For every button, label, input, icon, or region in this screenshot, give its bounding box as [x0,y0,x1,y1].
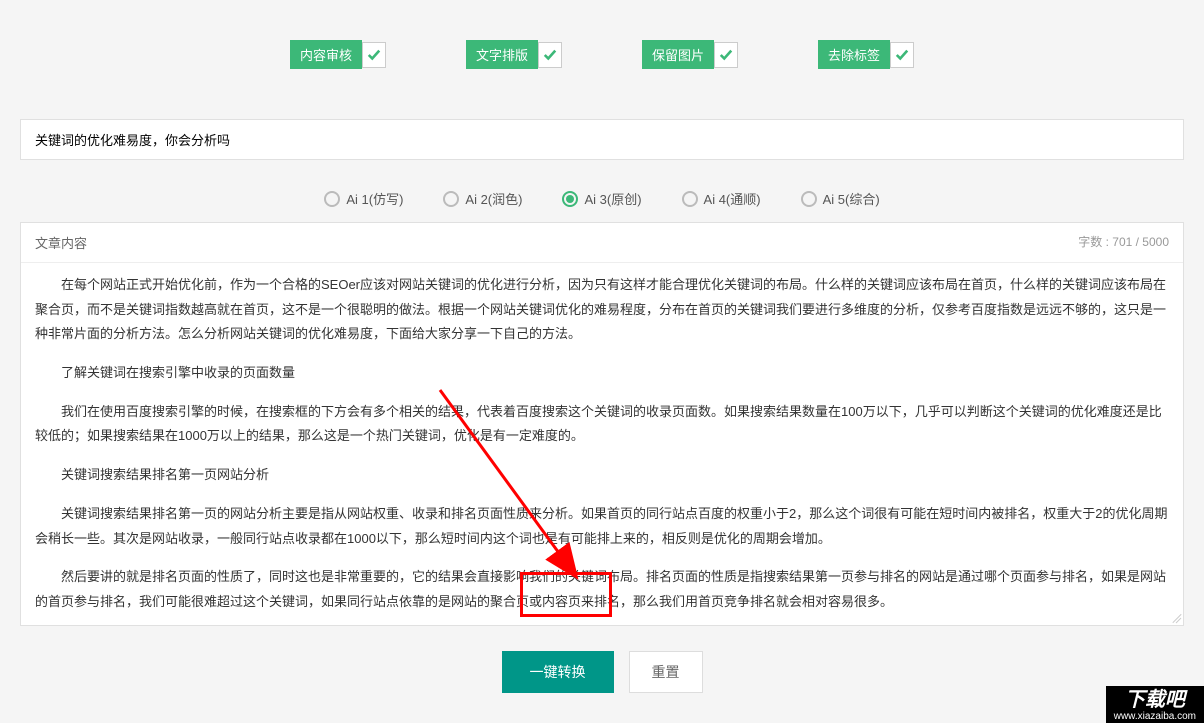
watermark: 下载吧 www.xiazaiba.com [1106,686,1204,723]
option-label: 内容审核 [290,40,362,69]
check-icon[interactable] [714,42,738,68]
resize-handle-icon[interactable] [1169,611,1181,623]
radio-label: Ai 1(仿写) [346,189,403,208]
radio-ai-2[interactable]: Ai 2(润色) [443,189,522,208]
paragraph: 了解关键词在搜索引擎中收录的页面数量 [35,361,1169,386]
paragraph: 关键词搜索结果排名第一页的网站分析主要是指从网站权重、收录和排名页面性质来分析。… [35,502,1169,551]
content-header-label: 文章内容 [35,233,87,252]
check-icon[interactable] [538,42,562,68]
ai-mode-radio-group: Ai 1(仿写) Ai 2(润色) Ai 3(原创) Ai 4(通顺) Ai 5… [0,175,1204,222]
char-count: 字数 : 701 / 5000 [1078,233,1169,252]
radio-label: Ai 5(综合) [823,189,880,208]
title-input[interactable] [21,120,1183,159]
radio-ai-3[interactable]: Ai 3(原创) [562,189,641,208]
option-content-review[interactable]: 内容审核 [290,40,386,69]
radio-ai-5[interactable]: Ai 5(综合) [801,189,880,208]
convert-button[interactable]: 一键转换 [502,651,614,693]
radio-icon [443,191,459,207]
paragraph: 然后要讲的就是排名页面的性质了，同时这也是非常重要的，它的结果会直接影响我们的关… [35,565,1169,614]
watermark-main: 下载吧 [1125,689,1185,711]
reset-button[interactable]: 重置 [629,651,703,693]
radio-ai-4[interactable]: Ai 4(通顺) [682,189,761,208]
check-icon[interactable] [890,42,914,68]
paragraph: 关键词搜索结果排名第一页网站分析 [35,463,1169,488]
option-text-layout[interactable]: 文字排版 [466,40,562,69]
radio-icon [682,191,698,207]
options-bar: 内容审核 文字排版 保留图片 去除标签 [0,0,1204,99]
option-keep-images[interactable]: 保留图片 [642,40,738,69]
paragraph: 在每个网站正式开始优化前，作为一个合格的SEOer应该对网站关键词的优化进行分析… [35,273,1169,347]
content-textarea[interactable]: 在每个网站正式开始优化前，作为一个合格的SEOer应该对网站关键词的优化进行分析… [21,263,1183,625]
paragraph: 我们在使用百度搜索引擎的时候，在搜索框的下方会有多个相关的结果，代表着百度搜索这… [35,400,1169,449]
watermark-url: www.xiazaiba.com [1114,711,1196,722]
radio-label: Ai 4(通顺) [704,189,761,208]
option-remove-tags[interactable]: 去除标签 [818,40,914,69]
content-box: 文章内容 字数 : 701 / 5000 在每个网站正式开始优化前，作为一个合格… [20,222,1184,626]
content-header: 文章内容 字数 : 701 / 5000 [21,223,1183,263]
radio-icon [324,191,340,207]
radio-icon [562,191,578,207]
radio-ai-1[interactable]: Ai 1(仿写) [324,189,403,208]
radio-icon [801,191,817,207]
radio-label: Ai 2(润色) [465,189,522,208]
option-label: 保留图片 [642,40,714,69]
option-label: 去除标签 [818,40,890,69]
check-icon[interactable] [362,42,386,68]
title-input-container [20,119,1184,160]
radio-label: Ai 3(原创) [584,189,641,208]
button-row: 一键转换 重置 [0,626,1204,723]
option-label: 文字排版 [466,40,538,69]
